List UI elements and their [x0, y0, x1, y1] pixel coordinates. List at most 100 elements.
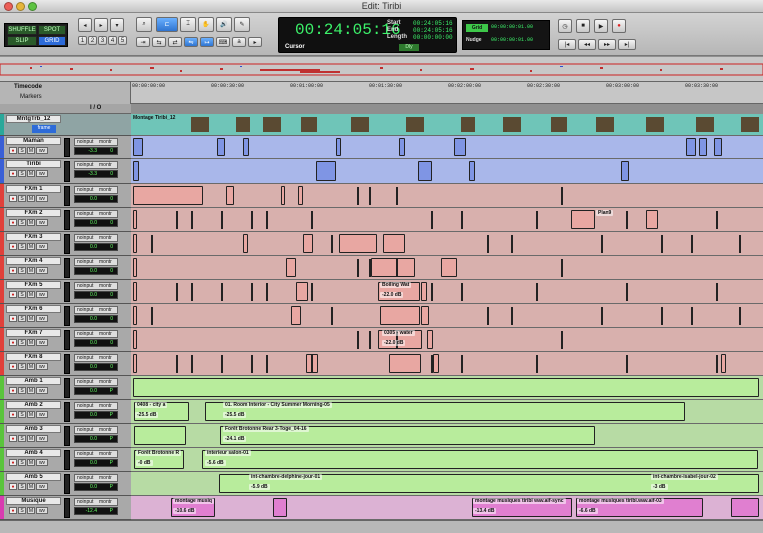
record-enable-button[interactable]: ●: [9, 435, 17, 442]
track-lane[interactable]: Plan9: [131, 208, 763, 232]
output-label[interactable]: montr: [99, 379, 112, 385]
track-volume[interactable]: 0.0 P: [74, 387, 118, 395]
track-volume[interactable]: 0.0 0: [74, 339, 118, 347]
solo-button[interactable]: S: [18, 267, 26, 274]
output-label[interactable]: montr: [99, 139, 112, 145]
view-selector[interactable]: wv: [36, 219, 48, 226]
volume-value[interactable]: 0.0: [90, 364, 97, 370]
track-name[interactable]: FXm 2: [6, 209, 61, 217]
audio-clip[interactable]: [621, 161, 629, 181]
insertion-follows-button[interactable]: ↦: [200, 37, 214, 47]
record-enable-button[interactable]: ●: [9, 411, 17, 418]
audio-clip[interactable]: [714, 138, 722, 156]
track-io[interactable]: noinput montr: [74, 186, 118, 194]
output-label[interactable]: montr: [99, 162, 112, 168]
volume-value[interactable]: 0.0: [90, 436, 97, 442]
input-label[interactable]: noinput: [77, 235, 93, 241]
view-selector[interactable]: wv: [36, 507, 48, 514]
output-label[interactable]: montr: [99, 451, 112, 457]
track-name[interactable]: FXm 8: [6, 353, 61, 361]
solo-button[interactable]: S: [18, 147, 26, 154]
solo-button[interactable]: S: [18, 363, 26, 370]
track-io[interactable]: noinput montr: [74, 450, 118, 458]
mute-button[interactable]: M: [27, 435, 35, 442]
audio-clip[interactable]: [281, 186, 285, 205]
audio-clip[interactable]: [226, 186, 234, 205]
view-selector[interactable]: wv: [36, 459, 48, 466]
audio-clip[interactable]: [133, 186, 203, 205]
track-name[interactable]: Tiribi: [6, 160, 61, 168]
pan-value[interactable]: 0: [110, 196, 113, 202]
track-volume[interactable]: 0.0 0: [74, 291, 118, 299]
volume-value[interactable]: 0.0: [90, 292, 97, 298]
track-header[interactable]: FXm 6 ● S Mwv noinput montr 0.0 0: [0, 304, 131, 328]
track-volume[interactable]: 0.0 0: [74, 219, 118, 227]
zoom-preset-3[interactable]: 3: [98, 36, 107, 45]
track-header[interactable]: FXm 5 ● S Mwv noinput montr 0.0 0: [0, 280, 131, 304]
volume-value[interactable]: 0.0: [90, 484, 97, 490]
audio-clip[interactable]: [731, 498, 759, 517]
view-selector[interactable]: wv: [36, 387, 48, 394]
track-name[interactable]: Maman: [6, 137, 61, 145]
audio-clip[interactable]: [133, 306, 137, 325]
zoom-out-button[interactable]: ◂: [78, 18, 92, 32]
volume-value[interactable]: 0.0: [90, 220, 97, 226]
track-name[interactable]: Amb 3: [6, 425, 61, 433]
solo-button[interactable]: S: [18, 435, 26, 442]
output-label[interactable]: montr: [99, 259, 112, 265]
track-volume[interactable]: 0.0 0: [74, 195, 118, 203]
slip-mode-button[interactable]: SLIP: [7, 36, 37, 46]
input-label[interactable]: noinput: [77, 379, 93, 385]
track-header[interactable]: FXm 7 ● S Mwv noinput montr 0.0 0: [0, 328, 131, 352]
record-enable-button[interactable]: ●: [9, 459, 17, 466]
track-header[interactable]: Tiribi ● S Mwv noinput montr -3.3 0: [0, 159, 131, 184]
track-header[interactable]: Amb 4 ● S Mwv noinput montr 0.0 P: [0, 448, 131, 472]
end-value[interactable]: 00:24:05:16: [413, 27, 453, 34]
output-label[interactable]: montr: [99, 283, 112, 289]
input-label[interactable]: noinput: [77, 331, 93, 337]
fast-forward-button[interactable]: ▸▸: [598, 39, 616, 50]
audio-clip[interactable]: [133, 282, 137, 301]
audio-clip[interactable]: [427, 330, 433, 349]
solo-button[interactable]: S: [18, 219, 26, 226]
mute-button[interactable]: M: [27, 267, 35, 274]
return-to-zero-button[interactable]: |◂: [558, 39, 576, 50]
input-label[interactable]: noinput: [77, 162, 93, 168]
keyboard-focus-button[interactable]: ⌨: [216, 37, 230, 47]
track-volume[interactable]: 0.0 P: [74, 435, 118, 443]
track-header[interactable]: FXm 3 ● S Mwv noinput montr 0.0 0: [0, 232, 131, 256]
output-label[interactable]: montr: [99, 211, 112, 217]
universe-overview[interactable]: [0, 57, 763, 82]
volume-value[interactable]: 0.0: [90, 412, 97, 418]
start-value[interactable]: 00:24:05:16: [413, 20, 453, 27]
view-selector[interactable]: wv: [36, 147, 48, 154]
view-selector[interactable]: wv: [36, 483, 48, 490]
track-io[interactable]: noinput montr: [74, 306, 118, 314]
record-enable-button[interactable]: ●: [9, 170, 17, 177]
main-counter-value[interactable]: 00:24:05:16: [295, 21, 401, 39]
track-header[interactable]: FXm 2 ● S Mwv noinput montr 0.0 0: [0, 208, 131, 232]
audio-clip[interactable]: [303, 234, 313, 253]
track-lane[interactable]: [131, 304, 763, 328]
record-enable-button[interactable]: ●: [9, 363, 17, 370]
pan-value[interactable]: P: [110, 412, 113, 418]
track-lane[interactable]: 0408 - city a -25.5 dB 01. Room Interior -…: [131, 400, 763, 424]
audio-clip[interactable]: [133, 234, 137, 253]
volume-value[interactable]: 0.0: [90, 388, 97, 394]
audio-clip[interactable]: [286, 258, 296, 277]
zoom-preset-5[interactable]: 5: [118, 36, 127, 45]
audio-clip[interactable]: [441, 258, 457, 277]
record-button[interactable]: ●: [612, 19, 626, 33]
timecode-ruler[interactable]: 00:00:00:00 00:00:30:00 00:01:00:00 00:0…: [131, 82, 763, 104]
nudge-value[interactable]: 00:00:00:01.00: [491, 37, 533, 43]
track-lane[interactable]: [131, 232, 763, 256]
track-header[interactable]: Amb 5 ● S Mwv noinput montr 0.0 P: [0, 472, 131, 496]
output-label[interactable]: montr: [99, 475, 112, 481]
track-io[interactable]: noinput montr: [74, 234, 118, 242]
commands-focus-button[interactable]: a: [232, 37, 246, 47]
view-selector[interactable]: wv: [36, 291, 48, 298]
track-volume[interactable]: 0.0 P: [74, 459, 118, 467]
audio-clip[interactable]: [291, 306, 301, 325]
track-name[interactable]: FXm 7: [6, 329, 61, 337]
clip-focus-button[interactable]: ▸: [248, 37, 262, 47]
